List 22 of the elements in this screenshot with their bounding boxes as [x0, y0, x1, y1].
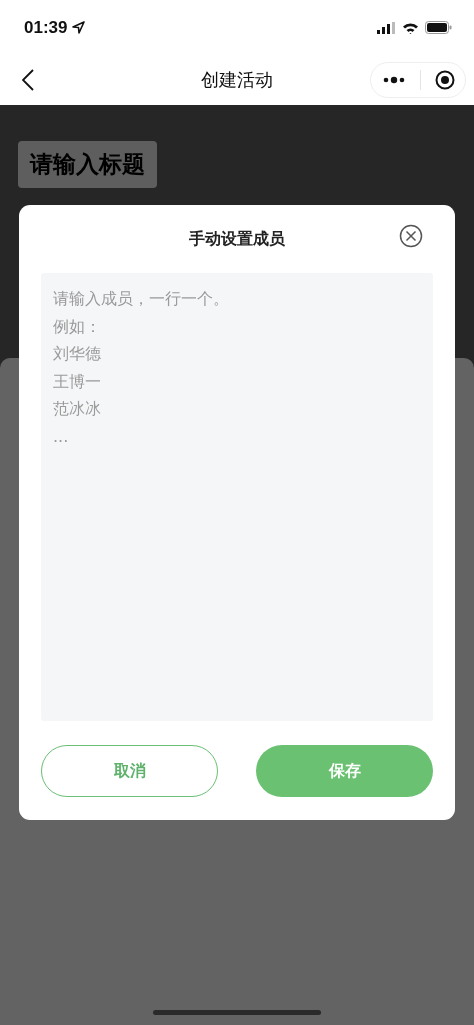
placeholder-line: 例如： [53, 315, 101, 338]
members-input-field[interactable]: 请输入成员，一行一个。 例如： 刘华德 王博一 范冰冰 ... [41, 273, 433, 721]
page-title: 创建活动 [201, 68, 273, 92]
placeholder-line: 王博一 [53, 370, 101, 393]
placeholder-line: 请输入成员，一行一个。 [53, 288, 229, 310]
wifi-icon [402, 21, 419, 34]
target-icon[interactable] [435, 70, 455, 90]
cancel-button[interactable]: 取消 [41, 745, 218, 797]
title-placeholder: 请输入标题 [30, 150, 145, 179]
location-arrow-icon [72, 21, 86, 34]
title-input-field[interactable]: 请输入标题 [18, 141, 157, 188]
save-button[interactable]: 保存 [256, 745, 433, 797]
back-icon[interactable] [22, 69, 34, 91]
more-icon[interactable] [383, 76, 405, 84]
dialog-title: 手动设置成员 [189, 228, 285, 250]
placeholder-line: 范冰冰 [53, 398, 101, 420]
signal-icon [377, 21, 396, 34]
placeholder-line: 刘华德 [53, 343, 101, 365]
battery-icon [425, 21, 452, 34]
close-icon[interactable] [399, 224, 423, 248]
placeholder-line: ... [53, 425, 69, 448]
status-time: 01:39 [24, 17, 68, 38]
